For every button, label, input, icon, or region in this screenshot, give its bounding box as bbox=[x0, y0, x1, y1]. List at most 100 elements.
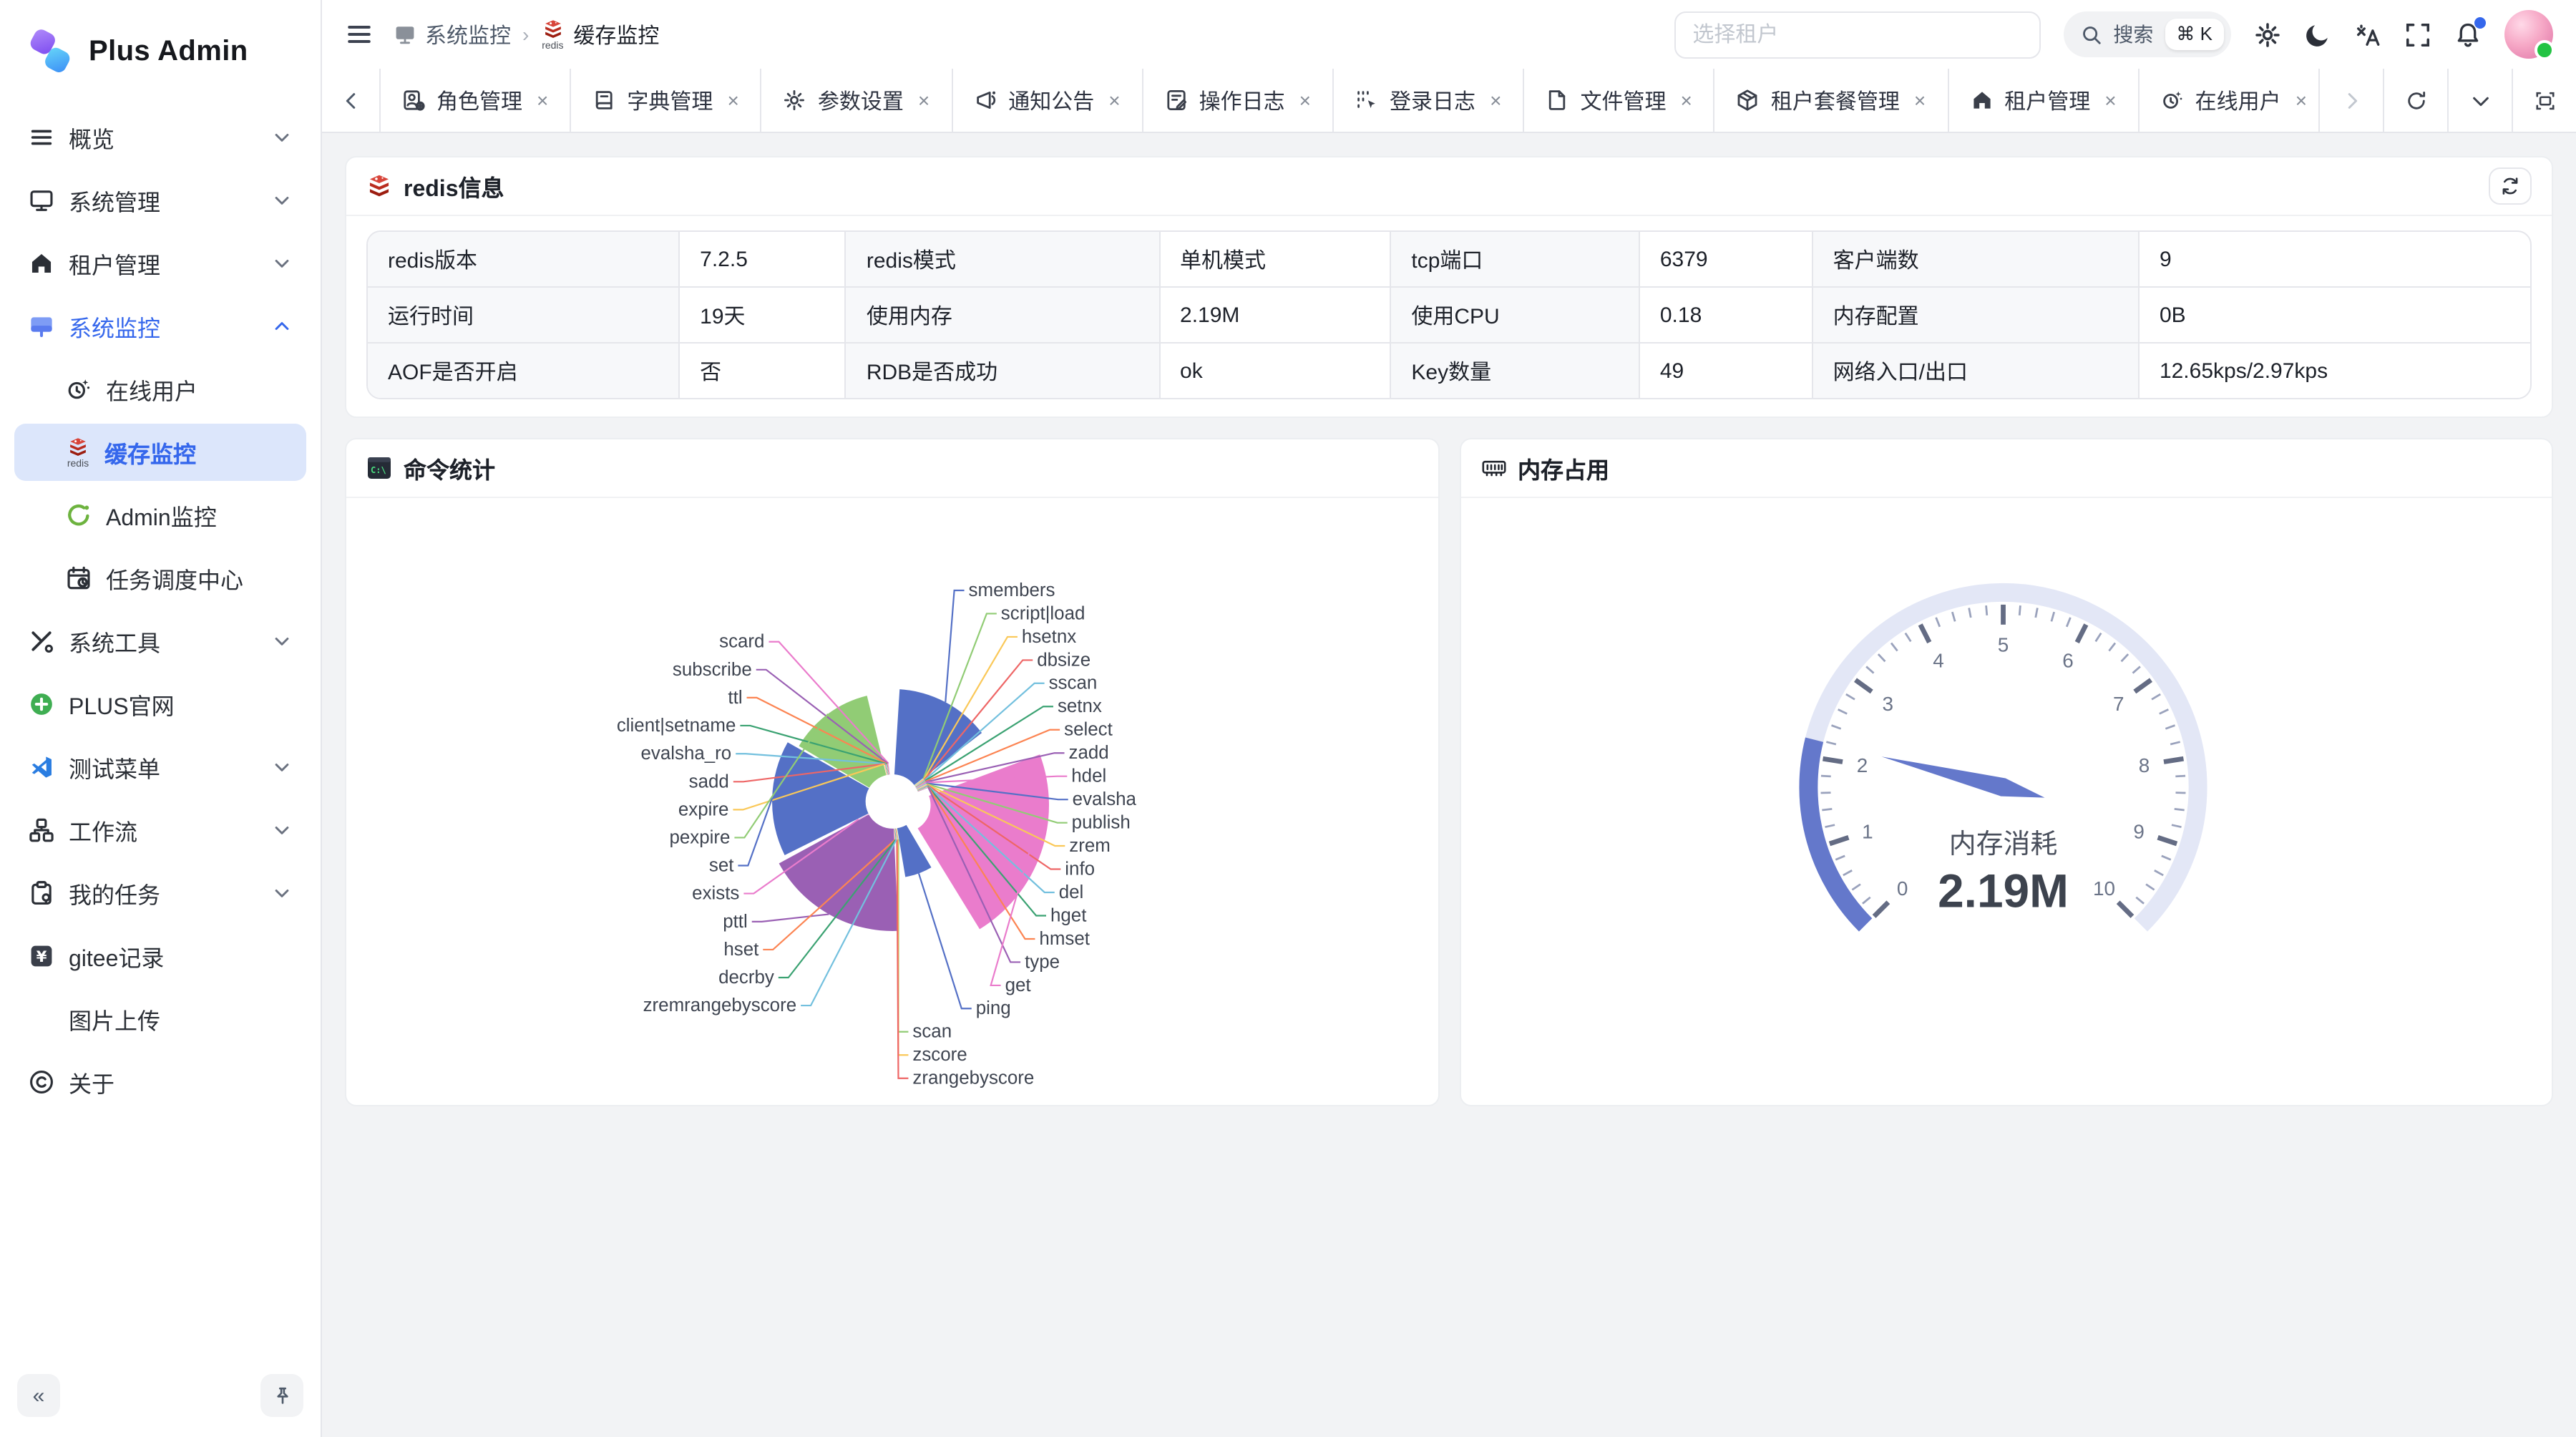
rose-label-dbsize: dbsize bbox=[1037, 650, 1091, 670]
workflow-icon bbox=[29, 817, 54, 843]
sidebar-subitem-3-0[interactable]: 在线用户 bbox=[14, 361, 306, 418]
chevron-down-icon bbox=[272, 820, 292, 840]
tenant-select-input[interactable] bbox=[1674, 11, 2040, 58]
svg-text:¥: ¥ bbox=[36, 948, 47, 966]
rose-label-evalsha_ro: evalsha_ro bbox=[640, 744, 731, 764]
collapse-sidebar-button[interactable]: « bbox=[17, 1374, 60, 1417]
oplog-icon bbox=[1165, 89, 1188, 112]
tab-close-icon[interactable]: × bbox=[918, 89, 930, 112]
tab-在线用户[interactable]: 在线用户× bbox=[2140, 69, 2318, 132]
tab-通知公告[interactable]: 通知公告× bbox=[952, 69, 1143, 132]
tab-close-icon[interactable]: × bbox=[2104, 89, 2116, 112]
language-translate-icon[interactable] bbox=[2354, 21, 2381, 48]
sidebar-item-8[interactable]: 我的任务 bbox=[14, 864, 306, 922]
fullscreen-icon[interactable] bbox=[2404, 21, 2431, 48]
breadcrumb-item-1[interactable]: redis缓存监控 bbox=[540, 18, 659, 51]
tab-close-icon[interactable]: × bbox=[2296, 89, 2307, 112]
clock-spark-icon bbox=[2161, 89, 2184, 112]
tab-actions-dropdown-button[interactable] bbox=[2447, 69, 2512, 132]
gauge-tick-label: 4 bbox=[1932, 649, 1943, 671]
gauge-minor-tick bbox=[1968, 608, 1971, 618]
tabs-scroll-right-button[interactable] bbox=[2318, 69, 2383, 132]
tab-close-icon[interactable]: × bbox=[1680, 89, 1692, 112]
search-icon bbox=[2080, 24, 2102, 45]
sidebar-item-11[interactable]: 关于 bbox=[14, 1053, 306, 1111]
gauge-major-tick bbox=[2163, 759, 2183, 761]
info-value: 单机模式 bbox=[1159, 232, 1390, 287]
notification-badge bbox=[2474, 16, 2486, 28]
loginlog-icon bbox=[1355, 89, 1378, 112]
tab-close-icon[interactable]: × bbox=[727, 89, 738, 112]
chevron-down-icon bbox=[272, 253, 292, 273]
sidebar-item-9[interactable]: ¥gitee记录 bbox=[14, 927, 306, 985]
tab-租户套餐管理[interactable]: 租户套餐管理× bbox=[1715, 69, 1948, 132]
global-search-button[interactable]: 搜索 ⌘ K bbox=[2063, 11, 2231, 57]
rose-label-line bbox=[945, 590, 964, 702]
tab-文件管理[interactable]: 文件管理× bbox=[1524, 69, 1714, 132]
tab-close-icon[interactable]: × bbox=[1490, 89, 1501, 112]
sidebar-item-10[interactable]: 图片上传 bbox=[14, 990, 306, 1048]
sidebar-subitem-3-2[interactable]: Admin监控 bbox=[14, 487, 306, 544]
info-label: tcp端口 bbox=[1390, 232, 1639, 287]
settings-gear-icon[interactable] bbox=[2254, 21, 2281, 48]
gauge-major-tick bbox=[1920, 625, 1929, 643]
tab-close-icon[interactable]: × bbox=[1108, 89, 1120, 112]
sidebar-item-1[interactable]: 系统管理 bbox=[14, 172, 306, 229]
tab-close-icon[interactable]: × bbox=[537, 89, 548, 112]
sidebar-item-4[interactable]: 系统工具 bbox=[14, 613, 306, 670]
redis-icon: redis bbox=[540, 18, 565, 51]
redis-icon bbox=[366, 173, 392, 199]
sidebar-item-7[interactable]: 工作流 bbox=[14, 802, 306, 859]
brand[interactable]: Plus Admin bbox=[0, 0, 321, 103]
redis-refresh-button[interactable] bbox=[2489, 167, 2532, 205]
tab-字典管理[interactable]: 字典管理× bbox=[571, 69, 761, 132]
menu-toggle-icon[interactable] bbox=[345, 20, 374, 49]
dark-mode-moon-icon[interactable] bbox=[2304, 21, 2331, 48]
rose-label-select: select bbox=[1064, 720, 1113, 740]
rose-label-ttl: ttl bbox=[728, 688, 742, 708]
info-label: redis模式 bbox=[846, 232, 1159, 287]
rose-label-get: get bbox=[1005, 975, 1032, 995]
tab-close-icon[interactable]: × bbox=[1914, 89, 1926, 112]
gauge-label: 内存消耗 bbox=[1948, 829, 2057, 859]
sidebar-subitem-3-1[interactable]: redis缓存监控 bbox=[14, 424, 306, 481]
rose-label-hget: hget bbox=[1050, 905, 1087, 925]
gauge-minor-tick bbox=[2135, 897, 2143, 904]
gear-icon bbox=[784, 89, 806, 112]
breadcrumb-item-0[interactable]: 系统监控 bbox=[394, 19, 511, 49]
sidebar-item-2[interactable]: 租户管理 bbox=[14, 235, 306, 292]
tab-登录日志[interactable]: 登录日志× bbox=[1334, 69, 1524, 132]
gauge-minor-tick bbox=[1890, 643, 1897, 651]
tab-租户管理[interactable]: 租户管理× bbox=[1948, 69, 2139, 132]
notifications-bell-icon[interactable] bbox=[2454, 21, 2482, 48]
memory-usage-title: 内存占用 bbox=[1518, 451, 1609, 485]
chevron-down-icon bbox=[272, 883, 292, 903]
memory-usage-header: 内存占用 bbox=[1460, 439, 2552, 498]
sidebar-subitem-3-3[interactable]: 任务调度中心 bbox=[14, 550, 306, 607]
rose-label-zrem: zrem bbox=[1069, 836, 1111, 856]
user-avatar[interactable] bbox=[2504, 10, 2553, 59]
sidebar-subitem-label: 任务调度中心 bbox=[106, 561, 243, 595]
sidebar-item-3[interactable]: 系统监控 bbox=[14, 298, 306, 355]
sidebar-item-5[interactable]: PLUS官网 bbox=[14, 676, 306, 733]
gauge-minor-tick bbox=[1865, 666, 1873, 673]
tab-角色管理[interactable]: 角色管理× bbox=[381, 69, 571, 132]
redis-info-card: redis信息 redis版本7.2.5redis模式单机模式tcp端口6379… bbox=[345, 156, 2553, 418]
tab-操作日志[interactable]: 操作日志× bbox=[1143, 69, 1334, 132]
refresh-page-button[interactable] bbox=[2383, 69, 2447, 132]
rose-label-evalsha: evalsha bbox=[1073, 789, 1137, 809]
tabs-scroll-left-button[interactable] bbox=[322, 69, 381, 132]
spring-icon bbox=[66, 502, 92, 528]
rose-label-zscore: zscore bbox=[912, 1045, 967, 1065]
tab-close-icon[interactable]: × bbox=[1299, 89, 1311, 112]
gauge-value: 2.19M bbox=[1937, 864, 2068, 917]
sidebar-item-label: PLUS官网 bbox=[69, 687, 175, 721]
sidebar-item-0[interactable]: 概览 bbox=[14, 109, 306, 166]
rose-label-client|setname: client|setname bbox=[617, 716, 736, 736]
tab-参数设置[interactable]: 参数设置× bbox=[762, 69, 952, 132]
sidebar-item-6[interactable]: 测试菜单 bbox=[14, 739, 306, 796]
content-fullscreen-button[interactable] bbox=[2512, 69, 2576, 132]
pin-sidebar-button[interactable] bbox=[260, 1374, 303, 1417]
sidebar-item-label: 概览 bbox=[69, 120, 114, 155]
chevron-down-icon bbox=[2469, 89, 2491, 111]
